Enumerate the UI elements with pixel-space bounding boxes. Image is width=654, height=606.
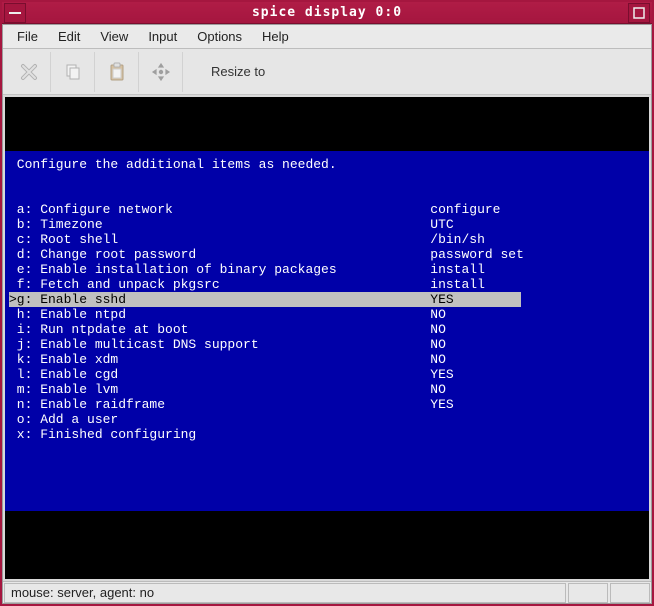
close-button[interactable] — [7, 52, 51, 92]
resize-label: Resize to — [211, 64, 265, 79]
window-frame: spice display 0:0 File Edit View Input O… — [0, 0, 654, 606]
resize-tool-button[interactable] — [139, 52, 183, 92]
window-body: File Edit View Input Options Help — [2, 24, 652, 604]
status-cell-2 — [610, 583, 650, 603]
paste-icon — [107, 62, 127, 82]
copy-icon — [63, 62, 83, 82]
arrows-move-icon — [150, 61, 172, 83]
maximize-button[interactable] — [628, 3, 650, 23]
status-text: mouse: server, agent: no — [4, 583, 566, 603]
toolbar: Resize to — [3, 49, 651, 95]
status-cell-1 — [568, 583, 608, 603]
paste-button[interactable] — [95, 52, 139, 92]
terminal[interactable]: Configure the additional items as needed… — [5, 151, 649, 511]
menu-help[interactable]: Help — [252, 27, 299, 46]
titlebar[interactable]: spice display 0:0 — [2, 2, 652, 24]
copy-button[interactable] — [51, 52, 95, 92]
spice-display[interactable]: Configure the additional items as needed… — [5, 97, 649, 579]
menu-file[interactable]: File — [7, 27, 48, 46]
menu-view[interactable]: View — [90, 27, 138, 46]
display-margin-bottom — [5, 511, 649, 579]
display-margin-top — [5, 97, 649, 151]
window-menu-button[interactable] — [4, 3, 26, 23]
close-icon — [19, 62, 39, 82]
menu-input[interactable]: Input — [138, 27, 187, 46]
status-bar: mouse: server, agent: no — [3, 581, 651, 603]
window-title: spice display 0:0 — [28, 5, 626, 20]
menu-options[interactable]: Options — [187, 27, 252, 46]
menubar: File Edit View Input Options Help — [3, 25, 651, 49]
menu-edit[interactable]: Edit — [48, 27, 90, 46]
